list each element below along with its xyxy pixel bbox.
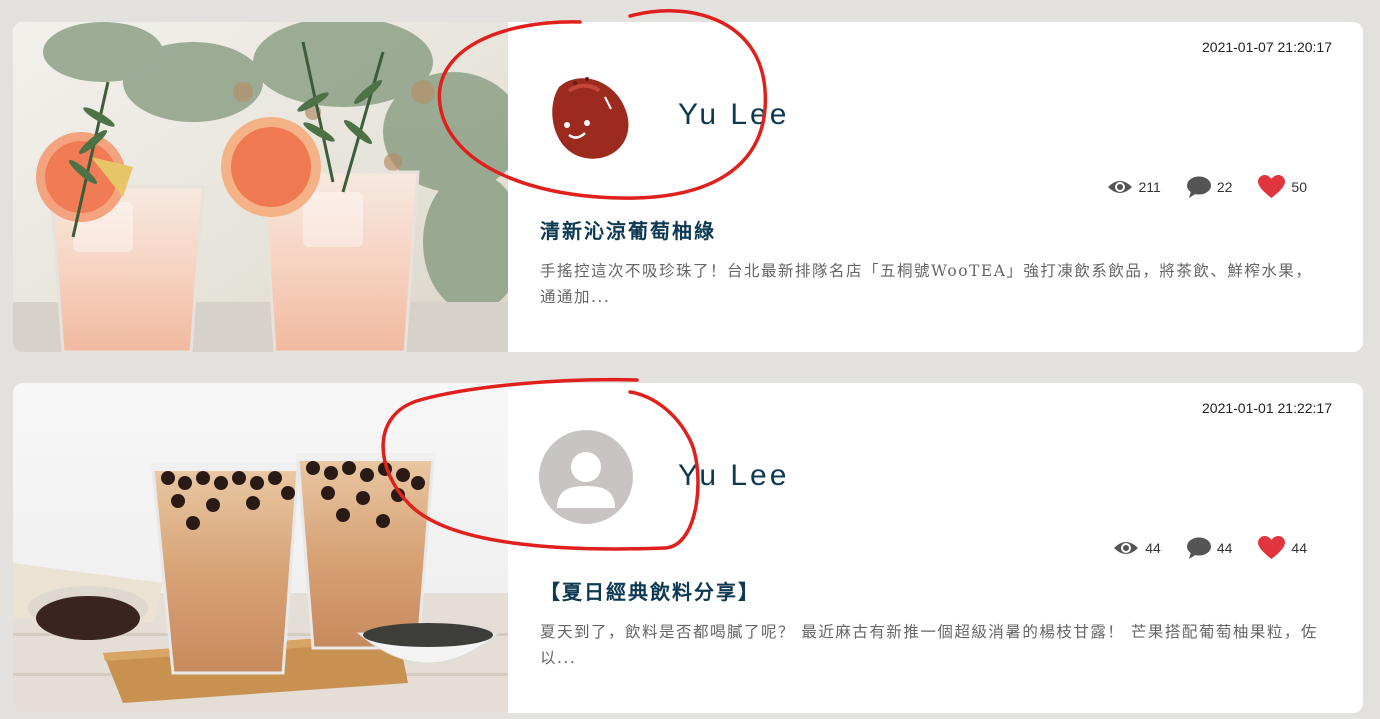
post-excerpt: 手搖控這次不吸珍珠了！台北最新排隊名店「五桐號WooTEA」強打凍飲系飲品，將茶…: [540, 262, 1313, 306]
views-stat: 211: [1107, 178, 1161, 196]
views-count: 44: [1145, 540, 1161, 556]
comment-icon: [1186, 176, 1211, 198]
comments-count: 44: [1216, 540, 1233, 556]
post-card[interactable]: 2021-01-07 21:20:17 Yu Lee 211 22 50 清新沁…: [13, 22, 1363, 352]
eye-icon: [1114, 542, 1139, 554]
author-name[interactable]: Yu Lee: [678, 459, 789, 493]
likes-count: 44: [1291, 540, 1307, 556]
likes-count: 50: [1291, 179, 1307, 195]
comments-stat[interactable]: 22: [1186, 176, 1233, 198]
eye-icon: [1107, 181, 1132, 193]
comments-count: 22: [1216, 179, 1233, 195]
post-title[interactable]: 【夏日經典飲料分享】: [540, 576, 760, 605]
post-stats: 44 44 44: [1087, 535, 1307, 561]
views-stat: 44: [1113, 539, 1161, 557]
post-date: 2021-01-01 21:22:17: [1202, 400, 1332, 416]
author-name[interactable]: Yu Lee: [678, 98, 789, 132]
post-cover-image[interactable]: [13, 22, 508, 352]
post-excerpt: 夏天到了，飲料是否都喝膩了呢？ 最近麻古有新推一個超級消暑的楊枝甘露！ 芒果搭配…: [540, 623, 1318, 667]
heart-icon[interactable]: [1258, 175, 1286, 199]
views-count: 211: [1138, 179, 1161, 195]
likes-stat[interactable]: 44: [1258, 536, 1307, 560]
post-date: 2021-01-07 21:20:17: [1202, 39, 1332, 55]
post-stats: 211 22 50: [1081, 174, 1307, 200]
post-card[interactable]: 2021-01-01 21:22:17 Yu Lee 44 44 44 【夏日經…: [13, 383, 1363, 713]
heart-icon[interactable]: [1258, 536, 1286, 560]
red-bean-character-icon[interactable]: [539, 69, 633, 163]
post-cover-image[interactable]: [13, 383, 508, 713]
likes-stat[interactable]: 50: [1258, 175, 1307, 199]
comment-icon: [1186, 537, 1211, 559]
post-title[interactable]: 清新沁涼葡萄柚綠: [540, 215, 716, 244]
default-user-icon[interactable]: [539, 430, 633, 524]
comments-stat[interactable]: 44: [1186, 537, 1233, 559]
